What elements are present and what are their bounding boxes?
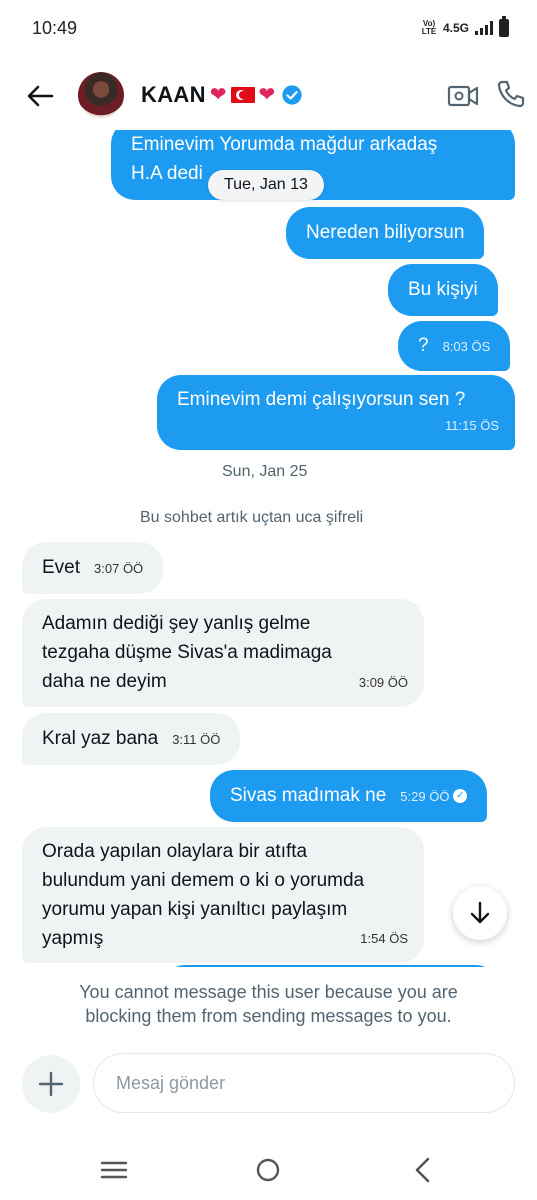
message-text: tezgaha düşme Sivas'a madimaga	[42, 642, 332, 663]
signal-icon	[475, 21, 493, 35]
message-bubble-outgoing[interactable]: Bu kişiyi	[388, 264, 498, 316]
message-time: 1:54 ÖS	[360, 931, 408, 946]
blocked-notice-line: You cannot message this user because you…	[79, 982, 458, 1002]
message-text: Sivas madımak ne	[230, 785, 387, 806]
message-text: yorumu yapan kişi yanıltıcı paylaşım	[42, 899, 348, 920]
home-icon[interactable]	[256, 1158, 280, 1182]
message-bubble-incoming[interactable]: Kral yaz bana 3:11 ÖÖ	[22, 713, 241, 765]
plus-icon	[38, 1071, 64, 1097]
message-time: 8:03 ÖS	[442, 339, 491, 354]
add-attachment-button[interactable]	[22, 1055, 80, 1113]
status-bar: 10:49 Vo) LTE 4.5G	[0, 0, 537, 62]
message-bubble-outgoing[interactable]: Sivas madımak ne 5:29 ÖÖ ✓	[210, 770, 488, 822]
turkey-flag-emoji	[230, 87, 255, 103]
date-separator: Sun, Jan 25	[222, 463, 308, 480]
video-call-icon[interactable]	[447, 80, 479, 112]
message-text: Nereden biliyorsun	[306, 222, 465, 243]
nav-back-icon[interactable]	[412, 1156, 434, 1184]
chat-header: KAAN ❤ ❤	[0, 62, 537, 130]
message-time: 5:29 ÖÖ	[400, 789, 450, 804]
message-bubble-incoming[interactable]: Adamın dediği şey yanlış gelme tezgaha d…	[22, 599, 424, 707]
message-time: 11:15 ÖS	[445, 418, 499, 433]
message-text: Kral yaz bana	[42, 728, 159, 749]
heart-emoji: ❤	[258, 84, 276, 106]
message-text: Evet	[42, 557, 81, 578]
conversation[interactable]: Eminevim Yorumda mağdur arkadaş H.A dedi…	[0, 130, 537, 967]
message-text: Eminevim Yorumda mağdur arkadaş	[131, 134, 438, 155]
message-input-placeholder: Mesaj gönder	[116, 1072, 226, 1093]
blocked-notice: You cannot message this user because you…	[40, 980, 497, 1028]
message-text: daha ne deyim	[42, 671, 167, 692]
date-pill: Tue, Jan 13	[208, 170, 324, 200]
message-bubble-outgoing-partial[interactable]	[163, 965, 498, 967]
message-text: bulundum yani demem o ki o yorumda	[42, 870, 365, 891]
phone-call-icon[interactable]	[495, 78, 527, 110]
status-icons: Vo) LTE 4.5G	[421, 16, 509, 37]
encryption-notice: Bu sohbet artık uçtan uca şifreli	[140, 509, 364, 526]
scroll-to-bottom-button[interactable]	[453, 886, 507, 940]
system-nav-bar	[0, 1140, 537, 1200]
message-bubble-outgoing[interactable]: Nereden biliyorsun	[286, 207, 485, 259]
message-text: Eminevim demi çalışıyorsun sen ?	[177, 389, 466, 410]
message-bubble-incoming[interactable]: Orada yapılan olaylara bir atıfta bulund…	[22, 827, 424, 963]
volte-icon: Vo) LTE	[421, 19, 437, 36]
message-text: ?	[418, 335, 429, 356]
message-time: 3:09 ÖÖ	[358, 675, 408, 690]
message-bubble-outgoing[interactable]: ? 8:03 ÖS	[398, 321, 511, 371]
message-text: Adamın dediği şey yanlış gelme	[42, 613, 311, 634]
avatar[interactable]	[78, 72, 124, 118]
message-text: Bu kişiyi	[408, 279, 478, 300]
user-name: KAAN	[141, 82, 206, 107]
message-bubble-incoming[interactable]: Evet 3:07 ÖÖ	[22, 542, 164, 594]
message-time: 3:07 ÖÖ	[94, 561, 144, 576]
message-text: yapmış	[42, 928, 104, 949]
user-name-row[interactable]: KAAN ❤ ❤	[141, 82, 303, 108]
message-time: 3:11 ÖÖ	[172, 732, 221, 747]
arrow-down-icon	[470, 901, 490, 924]
verified-badge-icon	[282, 85, 302, 105]
back-button[interactable]	[22, 78, 58, 114]
blocked-notice-line: blocking them from sending messages to y…	[85, 1006, 452, 1026]
recents-icon[interactable]	[100, 1160, 128, 1180]
heart-emoji: ❤	[209, 84, 227, 106]
message-input[interactable]: Mesaj gönder	[93, 1053, 515, 1113]
status-time: 10:49	[32, 18, 78, 38]
message-text: Orada yapılan olaylara bir atıfta	[42, 841, 308, 862]
message-bubble-outgoing[interactable]: Eminevim demi çalışıyorsun sen ? 11:15 Ö…	[157, 375, 515, 450]
network-type: 4.5G	[442, 21, 469, 35]
battery-icon	[499, 16, 509, 37]
read-check-icon: ✓	[453, 788, 468, 803]
back-arrow-icon	[27, 85, 54, 107]
